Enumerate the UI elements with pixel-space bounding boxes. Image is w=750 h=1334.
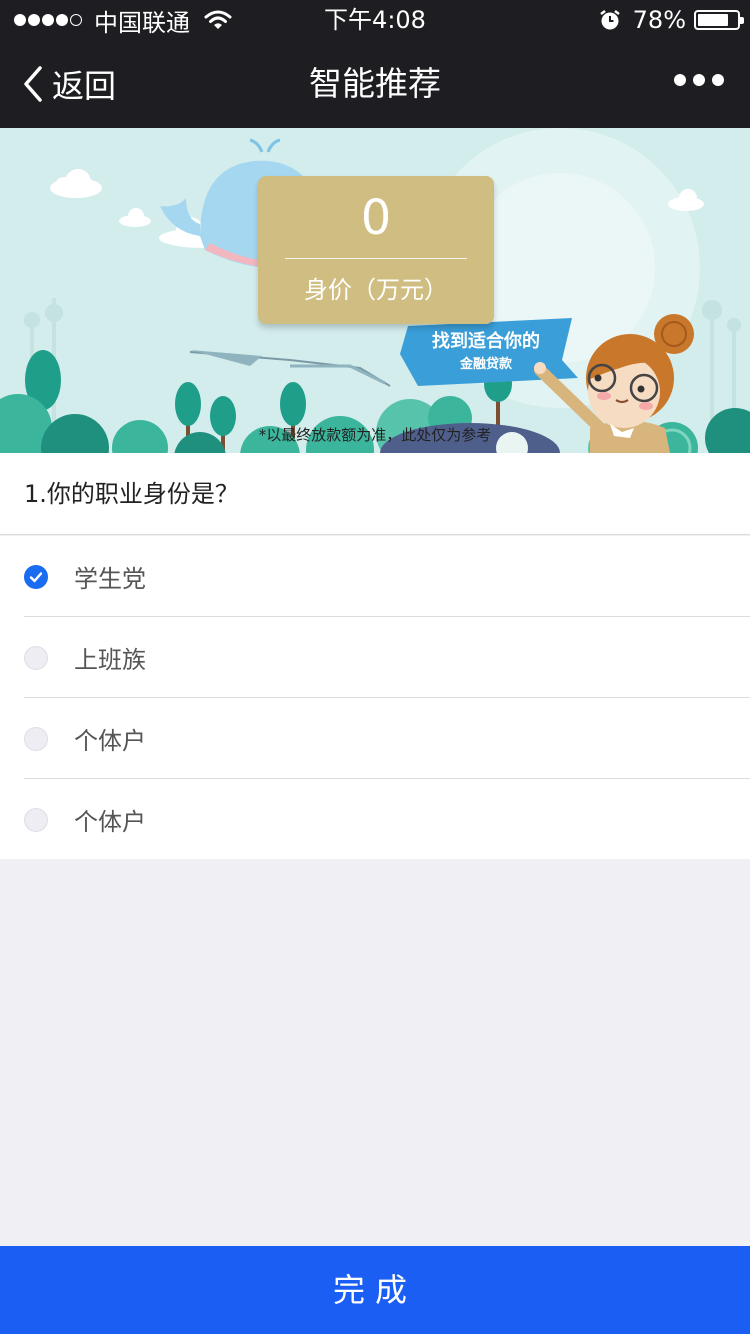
options-list: 学生党 上班族 个体户 个体户 xyxy=(0,536,750,859)
radio-unchecked-icon[interactable] xyxy=(24,726,48,751)
option-label: 上班族 xyxy=(74,646,146,674)
battery-icon xyxy=(694,10,744,30)
option-office-worker[interactable]: 上班族 xyxy=(0,617,750,698)
option-self-employed[interactable]: 个体户 xyxy=(0,698,750,779)
option-label: 学生党 xyxy=(74,565,146,593)
radio-checked-icon[interactable] xyxy=(24,564,48,589)
battery-fill xyxy=(698,14,728,26)
option-self-employed-2[interactable]: 个体户 xyxy=(0,779,750,860)
promo-flag: 找到适合你的 金融贷款 xyxy=(420,330,552,376)
page: 中国联通 下午4:08 78% 返回 智能推荐 0 身价（万元） 找到适合你的 … xyxy=(0,0,750,1334)
status-bar: 中国联通 下午4:08 78% xyxy=(0,0,750,40)
radio-unchecked-icon[interactable] xyxy=(24,807,48,832)
checkmark-icon xyxy=(29,571,43,582)
done-button[interactable]: 完成 xyxy=(0,1246,750,1334)
promo-flag-title: 找到适合你的 xyxy=(432,331,540,352)
option-label: 个体户 xyxy=(74,808,146,836)
more-menu-icon[interactable] xyxy=(667,74,724,86)
disclaimer-text: *以最终放款额为准，此处仅为参考 xyxy=(258,426,492,444)
battery-percent: 78% xyxy=(632,6,686,34)
banner: 0 身价（万元） 找到适合你的 金融贷款 *以最终放款额为准，此处仅为参考 xyxy=(0,128,750,453)
net-worth-unit: 身价（万元） xyxy=(304,276,448,304)
option-student[interactable]: 学生党 xyxy=(0,536,750,617)
promo-flag-subtitle: 金融贷款 xyxy=(459,357,512,372)
page-title: 智能推荐 xyxy=(309,64,441,103)
option-label: 个体户 xyxy=(74,727,146,755)
net-worth-value: 0 xyxy=(360,190,392,246)
alarm-clock-icon xyxy=(599,10,620,30)
net-worth-card: 0 身价（万元） xyxy=(258,176,494,324)
question-title: 1.你的职业身份是？ xyxy=(0,453,750,535)
radio-unchecked-icon[interactable] xyxy=(24,645,48,670)
status-right: 78% xyxy=(599,5,744,35)
nav-bar: 返回 智能推荐 xyxy=(0,40,750,128)
